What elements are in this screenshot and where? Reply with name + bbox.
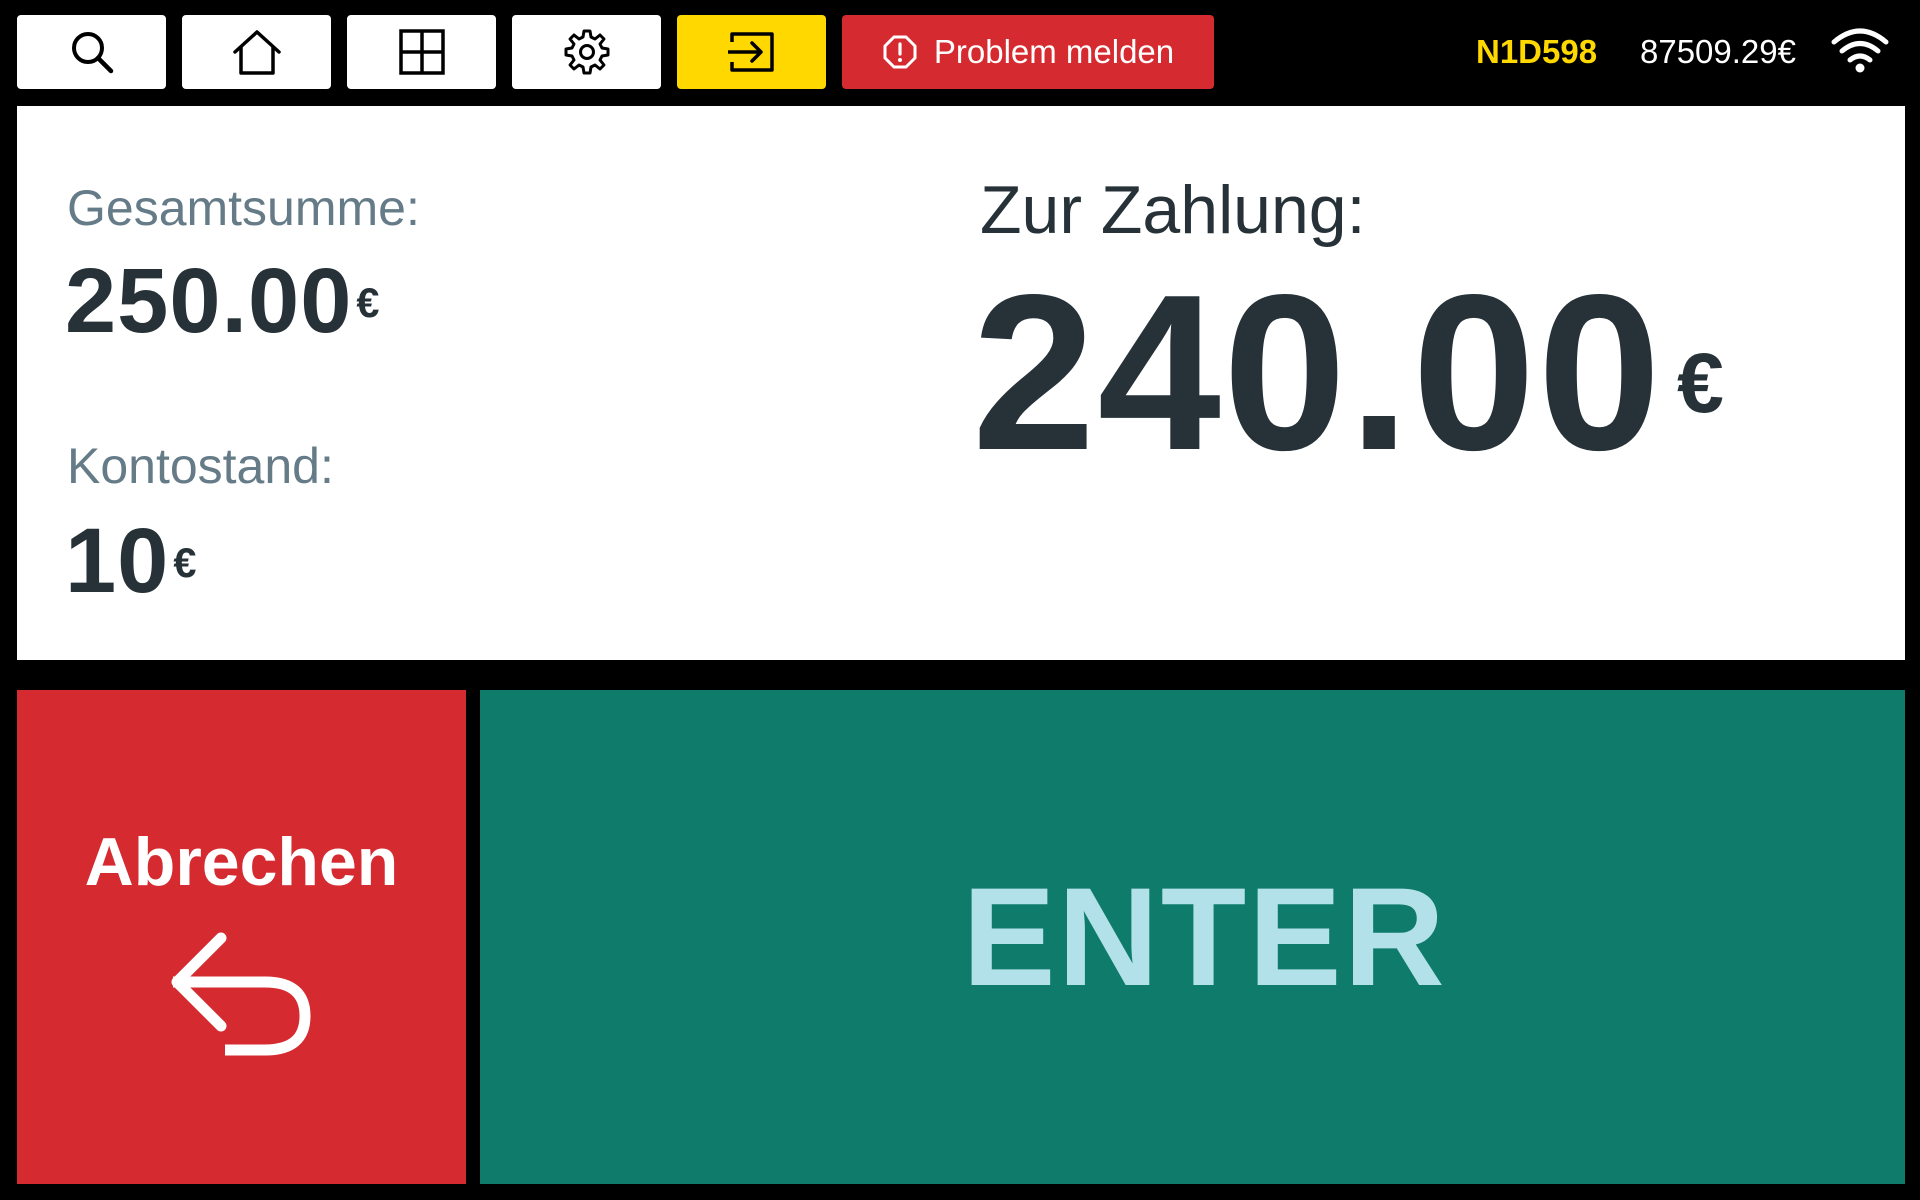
- total-label: Gesamtsumme:: [67, 180, 420, 236]
- total-value: 250.00€: [65, 251, 380, 351]
- terminal-balance: 87509.29€: [1640, 33, 1796, 70]
- top-toolbar: Problem melden N1D598 87509.29€: [0, 0, 1920, 104]
- search-button[interactable]: [17, 15, 166, 89]
- payment-summary-panel: Gesamtsumme: 250.00€ Kontostand: 10€ Zur…: [17, 106, 1905, 660]
- account-balance-label: Kontostand:: [67, 438, 334, 494]
- total-amount: 250.00: [65, 250, 353, 352]
- report-problem-button[interactable]: Problem melden: [842, 15, 1214, 89]
- amount-due-currency: €: [1677, 336, 1726, 431]
- amount-due-value: 240.00 €: [972, 248, 1726, 498]
- enter-button[interactable]: ENTER: [480, 690, 1905, 1184]
- terminal-id: N1D598: [1476, 33, 1598, 70]
- gear-icon: [564, 29, 609, 75]
- alert-octagon-icon: [883, 35, 917, 69]
- report-problem-label: Problem melden: [933, 33, 1175, 70]
- account-balance-value: 10€: [65, 511, 197, 611]
- wifi-icon: [1831, 28, 1889, 73]
- search-icon: [71, 32, 113, 74]
- login-icon: [727, 32, 774, 72]
- enter-label: ENTER: [962, 858, 1447, 1015]
- home-button[interactable]: [182, 15, 331, 89]
- account-balance-amount: 10: [65, 510, 170, 612]
- account-balance-currency: €: [173, 540, 198, 587]
- amount-due-label: Zur Zahlung:: [980, 172, 1366, 248]
- undo-arrow-icon: [171, 932, 311, 1056]
- cancel-button[interactable]: Abrechen: [17, 690, 466, 1184]
- cancel-label: Abrechen: [84, 824, 399, 900]
- login-button[interactable]: [677, 15, 826, 89]
- home-icon: [232, 30, 281, 75]
- amount-due-amount: 240.00: [972, 249, 1664, 497]
- grid-button[interactable]: [347, 15, 496, 89]
- grid-icon: [398, 29, 445, 75]
- settings-button[interactable]: [512, 15, 661, 89]
- total-currency: €: [356, 280, 381, 327]
